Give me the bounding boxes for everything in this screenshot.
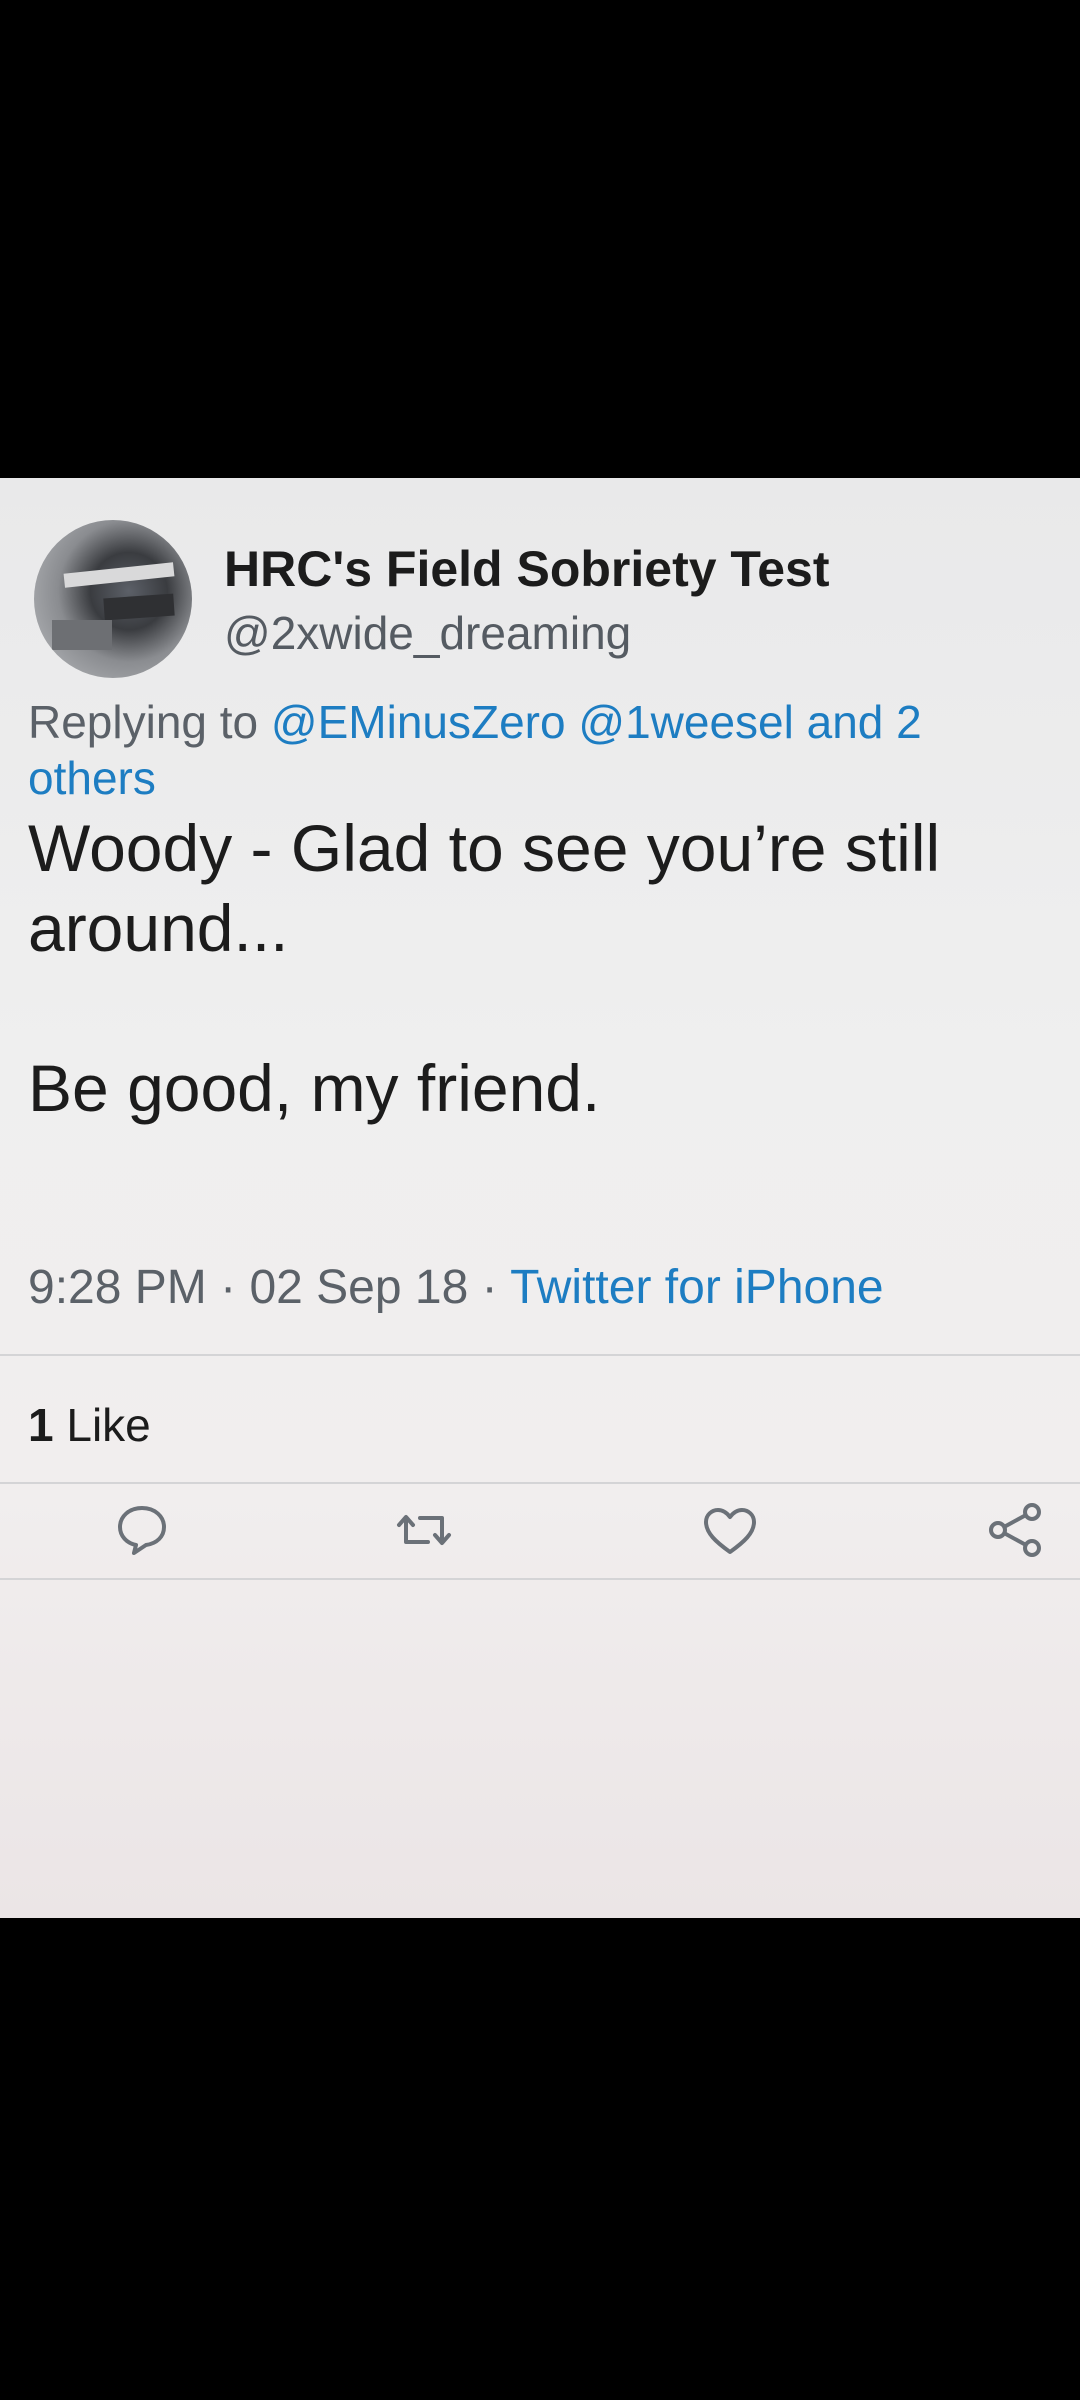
likes-number: 1 [28, 1399, 54, 1451]
replying-prefix: Replying to [28, 696, 259, 748]
retweet-button[interactable] [392, 1498, 456, 1562]
meta-separator: · [220, 1261, 237, 1314]
tweet-date: 02 Sep 18 [249, 1261, 469, 1314]
meta-separator: · [481, 1261, 498, 1314]
user-handle[interactable]: @2xwide_dreaming [224, 606, 631, 660]
replying-mentions[interactable]: @EMinusZero @1weesel [271, 696, 794, 748]
avatar[interactable] [34, 520, 192, 678]
tweet-text-line: Be good, my friend. [28, 1051, 601, 1125]
likes-count[interactable]: 1 Like [28, 1398, 151, 1452]
share-button[interactable] [984, 1498, 1048, 1562]
divider [0, 1354, 1080, 1356]
like-button[interactable] [698, 1498, 762, 1562]
letterbox-bottom [0, 1918, 1080, 2400]
tweet-text-line: Woody - Glad to see you’re still around.… [28, 811, 941, 965]
divider [0, 1578, 1080, 1580]
reply-button[interactable] [110, 1498, 174, 1562]
display-name[interactable]: HRC's Field Sobriety Test [224, 540, 830, 598]
tweet-source-link[interactable]: Twitter for iPhone [510, 1261, 884, 1314]
retweet-icon [397, 1515, 451, 1545]
divider [0, 1482, 1080, 1484]
reply-icon [118, 1506, 166, 1555]
tweet-header: HRC's Field Sobriety Test @2xwide_dreami… [28, 500, 1048, 678]
letterbox-top [0, 0, 1080, 478]
heart-icon [704, 1508, 756, 1554]
tweet-meta: 9:28 PM · 02 Sep 18 · Twitter for iPhone [28, 1260, 884, 1315]
share-icon [989, 1503, 1041, 1557]
likes-label: Like [66, 1399, 151, 1451]
tweet-text: Woody - Glad to see you’re still around.… [28, 808, 1058, 1128]
replying-to: Replying to @EMinusZero @1weesel and 2 o… [28, 694, 1048, 806]
action-bar [0, 1488, 1080, 1574]
tweet-card: HRC's Field Sobriety Test @2xwide_dreami… [0, 478, 1080, 1918]
tweet-time: 9:28 PM [28, 1261, 207, 1314]
